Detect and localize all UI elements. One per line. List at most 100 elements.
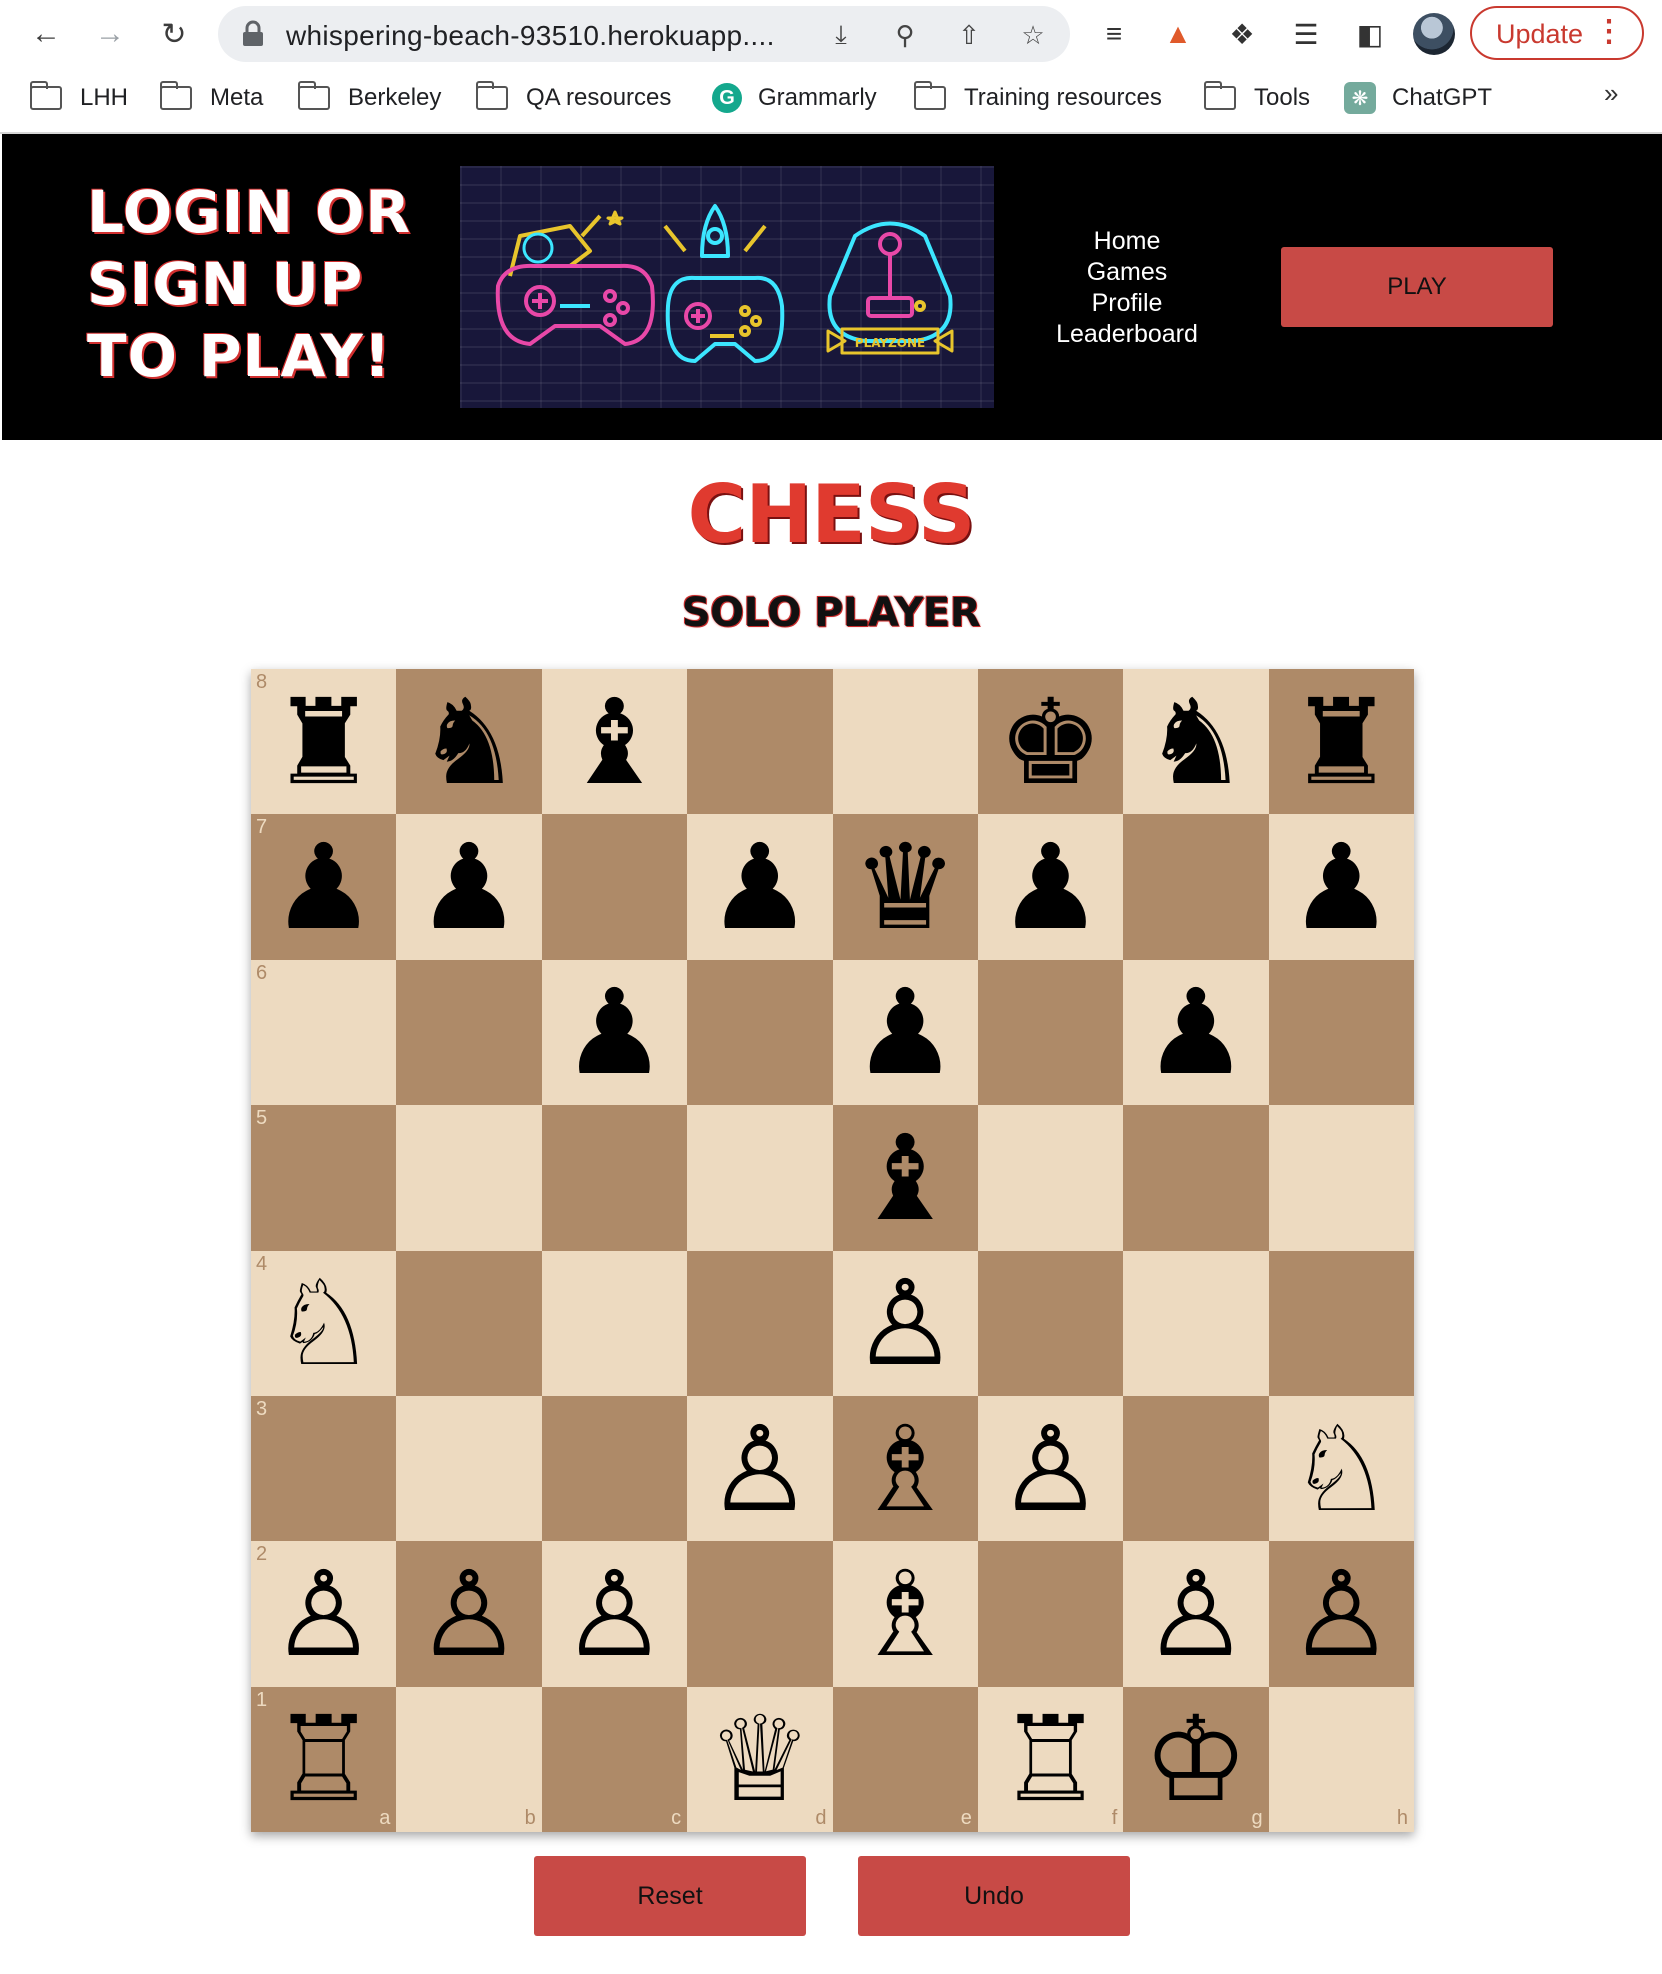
bookmark-chatgpt[interactable]: ❋ ChatGPT [1344, 78, 1492, 118]
side-panel-icon[interactable]: ◧ [1350, 14, 1390, 54]
black-king-icon[interactable]: ♚ [998, 683, 1104, 801]
square-f2[interactable] [977, 1541, 1124, 1687]
square-a2[interactable]: 2 ♙ [251, 1541, 397, 1687]
square-g8[interactable]: ♞ [1123, 669, 1269, 815]
square-c6[interactable]: ♟ [541, 959, 688, 1106]
media-queue-icon[interactable]: ☰ [1286, 14, 1326, 54]
play-button[interactable]: PLAY [1281, 247, 1553, 327]
black-pawn-icon[interactable]: ♟ [1143, 973, 1249, 1091]
square-e1[interactable]: e [832, 1686, 978, 1832]
square-b7[interactable]: ♟ [396, 814, 542, 960]
white-pawn-icon[interactable]: ♙ [1288, 1555, 1394, 1673]
bookmark-star-icon[interactable]: ☆ [1016, 18, 1050, 52]
undo-button[interactable]: Undo [858, 1856, 1130, 1936]
nav-home-link[interactable]: Home [1052, 226, 1202, 257]
white-pawn-icon[interactable]: ♙ [998, 1410, 1104, 1528]
square-g1[interactable]: g ♔ [1123, 1686, 1269, 1832]
black-knight-icon[interactable]: ♞ [1143, 683, 1249, 801]
square-h8[interactable]: ♜ [1268, 669, 1414, 815]
square-a6[interactable]: 6 [251, 959, 397, 1106]
reset-button[interactable]: Reset [534, 1856, 806, 1936]
white-queen-icon[interactable]: ♕ [707, 1700, 813, 1818]
black-rook-icon[interactable]: ♜ [1288, 683, 1394, 801]
bookmarks-overflow-button[interactable]: » [1604, 78, 1618, 109]
white-bishop-icon[interactable]: ♗ [852, 1410, 958, 1528]
square-a1[interactable]: 1 a ♖ [251, 1686, 397, 1832]
white-bishop-icon[interactable]: ♗ [852, 1555, 958, 1673]
white-knight-icon[interactable]: ♘ [271, 1264, 377, 1382]
square-c1[interactable]: c [541, 1686, 688, 1832]
square-f1[interactable]: f ♖ [977, 1686, 1124, 1832]
white-rook-icon[interactable]: ♖ [271, 1700, 377, 1818]
bookmark-lhh[interactable]: LHH [29, 78, 128, 118]
square-h4[interactable] [1268, 1250, 1414, 1396]
black-bishop-icon[interactable]: ♝ [852, 1119, 958, 1237]
square-g4[interactable] [1123, 1250, 1269, 1396]
white-pawn-icon[interactable]: ♙ [271, 1555, 377, 1673]
square-d8[interactable] [687, 669, 833, 815]
bookmark-qa-resources[interactable]: QA resources [475, 78, 671, 118]
square-g3[interactable] [1123, 1395, 1269, 1542]
black-pawn-icon[interactable]: ♟ [1288, 828, 1394, 946]
square-a4[interactable]: 4 ♘ [251, 1250, 397, 1396]
square-c7[interactable] [541, 814, 688, 960]
square-b6[interactable] [396, 959, 542, 1106]
white-pawn-icon[interactable]: ♙ [416, 1555, 522, 1673]
square-h2[interactable]: ♙ [1268, 1541, 1414, 1687]
install-icon[interactable]: ⤓ [824, 18, 858, 52]
black-bishop-icon[interactable]: ♝ [562, 683, 668, 801]
square-c4[interactable] [541, 1250, 688, 1396]
square-g2[interactable]: ♙ [1123, 1541, 1269, 1687]
bookmark-tools[interactable]: Tools [1203, 78, 1310, 118]
black-queen-icon[interactable]: ♛ [852, 828, 958, 946]
bookmark-berkeley[interactable]: Berkeley [297, 78, 441, 118]
nav-leaderboard-link[interactable]: Leaderboard [1052, 319, 1202, 350]
black-knight-icon[interactable]: ♞ [416, 683, 522, 801]
nav-games-link[interactable]: Games [1052, 257, 1202, 288]
square-g7[interactable] [1123, 814, 1269, 960]
nav-profile-link[interactable]: Profile [1052, 288, 1202, 319]
square-e7[interactable]: ♛ [832, 814, 978, 960]
square-d2[interactable] [687, 1541, 833, 1687]
extension-lighthouse-icon[interactable]: ▲ [1158, 14, 1198, 54]
square-e2[interactable]: ♗ [832, 1541, 978, 1687]
black-pawn-icon[interactable]: ♟ [707, 828, 813, 946]
white-pawn-icon[interactable]: ♙ [562, 1555, 668, 1673]
update-button[interactable]: Update ⋮ [1470, 6, 1644, 60]
square-b2[interactable]: ♙ [396, 1541, 542, 1687]
square-h5[interactable] [1268, 1105, 1414, 1251]
address-bar[interactable]: whispering-beach-93510.herokuapp.... ⤓ ⚲… [218, 6, 1070, 62]
black-pawn-icon[interactable]: ♟ [852, 973, 958, 1091]
square-g6[interactable]: ♟ [1123, 959, 1269, 1106]
square-a8[interactable]: 8 ♜ [251, 669, 397, 815]
square-b1[interactable]: b [396, 1686, 542, 1832]
square-e8[interactable] [832, 669, 978, 815]
black-rook-icon[interactable]: ♜ [271, 683, 377, 801]
square-d1[interactable]: d ♕ [687, 1686, 833, 1832]
black-pawn-icon[interactable]: ♟ [562, 973, 668, 1091]
square-e4[interactable]: ♙ [832, 1250, 978, 1396]
square-b4[interactable] [396, 1250, 542, 1396]
square-h3[interactable]: ♘ [1268, 1395, 1414, 1542]
reading-list-icon[interactable]: ≡ [1094, 14, 1134, 54]
square-e6[interactable]: ♟ [832, 959, 978, 1106]
square-f5[interactable] [977, 1105, 1124, 1251]
bookmark-grammarly[interactable]: G Grammarly [712, 78, 877, 118]
square-d6[interactable] [687, 959, 833, 1106]
square-d4[interactable] [687, 1250, 833, 1396]
white-pawn-icon[interactable]: ♙ [852, 1264, 958, 1382]
bookmark-meta[interactable]: Meta [159, 78, 263, 118]
square-a3[interactable]: 3 [251, 1395, 397, 1542]
square-b3[interactable] [396, 1395, 542, 1542]
square-h7[interactable]: ♟ [1268, 814, 1414, 960]
square-c2[interactable]: ♙ [541, 1541, 688, 1687]
white-pawn-icon[interactable]: ♙ [1143, 1555, 1249, 1673]
square-d5[interactable] [687, 1105, 833, 1251]
white-knight-icon[interactable]: ♘ [1288, 1410, 1394, 1528]
black-pawn-icon[interactable]: ♟ [271, 828, 377, 946]
square-a7[interactable]: 7 ♟ [251, 814, 397, 960]
white-king-icon[interactable]: ♔ [1143, 1700, 1249, 1818]
reload-icon[interactable]: ↻ [154, 14, 194, 54]
back-icon[interactable]: ← [26, 14, 66, 54]
square-h1[interactable]: h [1268, 1686, 1414, 1832]
